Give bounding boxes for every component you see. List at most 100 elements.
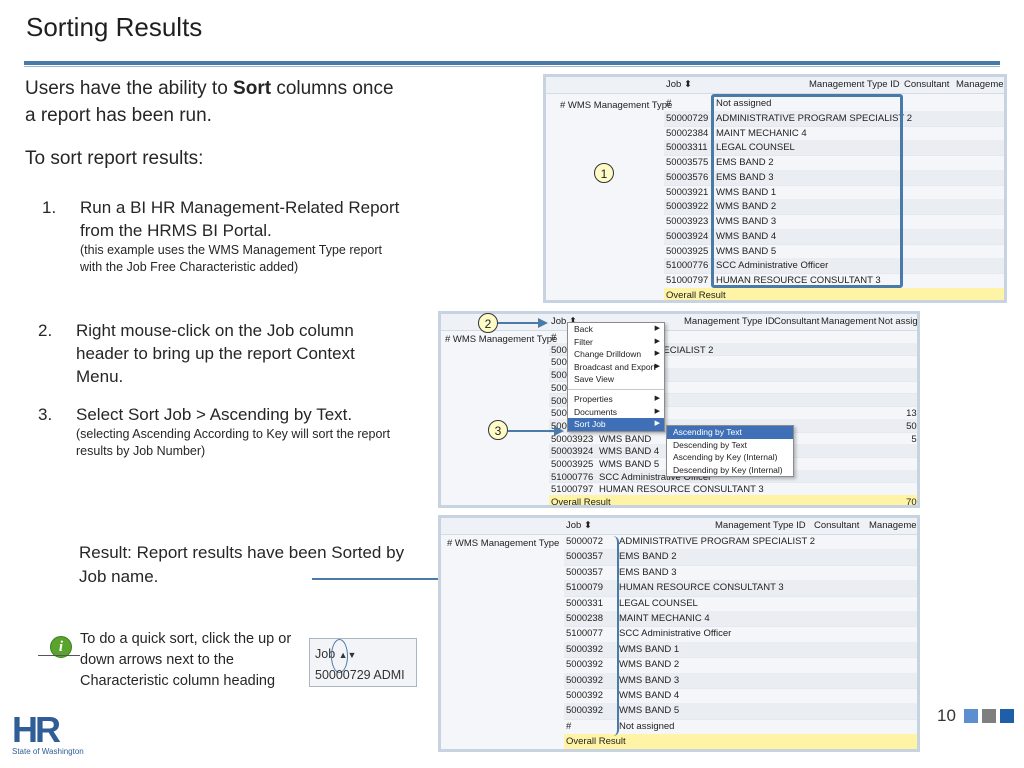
total-row: Overall Result7053,5 — [564, 734, 917, 749]
row-label: # WMS Management Type — [447, 538, 560, 549]
column-header-management[interactable]: Managemer — [956, 79, 1004, 90]
step-3: 3. Select Sort Job > Ascending by Text. … — [38, 403, 398, 473]
cell-c: 509 — [906, 420, 917, 432]
step-3-note: (selecting Ascending According to Key wi… — [76, 427, 391, 458]
cell-c: 53 — [911, 433, 917, 445]
column-header-mgmt-type-id[interactable]: Management Type ID — [715, 520, 806, 531]
menu-item-broadcast-and-export[interactable]: Broadcast and Export ▶ — [568, 361, 664, 374]
submenu-item-ascending-by-key-internal[interactable]: Ascending by Key (Internal) — [667, 451, 793, 464]
column-header-consultant[interactable]: Consultant — [814, 520, 859, 531]
submenu-item-ascending-by-text[interactable]: Ascending by Text — [667, 426, 793, 439]
submenu-item-descending-by-text[interactable]: Descending by Text — [667, 439, 793, 452]
row-label: # WMS Management Type — [445, 334, 558, 345]
cell-code: 500 — [551, 357, 567, 369]
callout-3-arrow — [508, 430, 554, 432]
report-screenshot-context-menu: Job ⬍ Management Type ID Consultant Managem… — [438, 311, 920, 508]
submenu-item-descending-by-key-internal[interactable]: Descending by Key (Internal) — [667, 464, 793, 477]
menu-item-label: Broadcast and Export — [574, 361, 656, 372]
cell-code: 50000729 — [666, 112, 709, 124]
cell-code: # — [551, 332, 557, 343]
menu-item-filter[interactable]: Filter ▶ — [568, 336, 664, 349]
cell-code: 50003575 — [666, 157, 709, 168]
subhead: To sort report results: — [25, 148, 204, 169]
chevron-right-icon: ▶ — [654, 350, 660, 358]
menu-item-label: Properties — [574, 393, 613, 404]
column-header-management[interactable]: Management — [821, 316, 876, 327]
step-1-text: Run a BI HR Management-Related Report fr… — [80, 198, 400, 240]
cell-name: SCC Administrative Officer — [619, 628, 732, 640]
callout-2-arrow — [498, 322, 538, 324]
cell-code: 50003922 — [666, 201, 709, 213]
menu-item-change-drilldown[interactable]: Change Drilldown ▶ — [568, 348, 664, 361]
column-header-mgmt-type-id[interactable]: Management Type ID — [684, 316, 775, 327]
cell-code: 50003924 — [666, 230, 709, 242]
cell-code: 50003925 — [666, 245, 709, 257]
result-text: Result: Report results have been Sorted … — [79, 543, 405, 586]
cell-code: 51000797 — [551, 484, 594, 496]
cell-code: 50003311 — [666, 142, 708, 154]
cell-code: 51000776 — [666, 260, 709, 272]
menu-item-sort-job[interactable]: Sort Job ▶ — [568, 418, 664, 431]
menu-separator — [568, 388, 664, 390]
step-1-number: 1. — [42, 198, 57, 217]
cell-code: 5000392 — [566, 674, 603, 686]
total-label: Overall Result — [666, 289, 726, 301]
column-header-job[interactable]: Job ⬍ — [566, 520, 592, 531]
column-header-not-assigned[interactable]: Not assigr — [878, 316, 917, 327]
chevron-right-icon: ▶ — [654, 407, 660, 415]
cell-code: 51000797 — [666, 275, 709, 286]
cell-code: 500 — [551, 344, 567, 356]
cell-code: 50003576 — [666, 171, 709, 183]
report-screenshot-sorted: Job ⬍ Management Type ID Consultant Managem… — [438, 515, 920, 752]
cell-code: 500 — [551, 395, 567, 407]
column-header-management[interactable]: Manageme — [869, 520, 917, 531]
sort-submenu: Ascending by Text Descending by Text Ascen… — [666, 425, 794, 478]
title-rule-thin — [24, 66, 1000, 67]
job-column-highlight — [711, 94, 903, 288]
nav-square-3 — [1000, 709, 1014, 723]
cell-name: MAINT MECHANIC 4 — [619, 613, 710, 624]
cell-code: 500 — [551, 408, 567, 420]
column-header-consultant[interactable]: Consultant — [904, 79, 949, 90]
step-3-text: Select Sort Job > Ascending by Text. — [76, 405, 353, 424]
cell-c: 7 — [917, 459, 918, 470]
cell-code: 500 — [551, 370, 567, 382]
cell-code: 5000357 — [566, 551, 603, 563]
cell-name: HUMAN RESOURCE CONSULTANT 3 — [619, 582, 784, 594]
step-3-number: 3. — [38, 405, 53, 424]
menu-item-properties[interactable]: Properties ▶ — [568, 393, 664, 406]
cell-code: 51000776 — [551, 471, 594, 483]
column-header-consultant[interactable]: Consultant — [774, 316, 819, 327]
logo-hr: HR — [12, 709, 61, 750]
column-header-mgmt-type-id[interactable]: Management Type ID — [809, 79, 900, 90]
slide-title: Sorting Results — [26, 12, 203, 42]
report-header: Job ⬍ Management Type ID Consultant Managem… — [546, 77, 1004, 94]
total-c: 705 — [906, 497, 917, 508]
callout-3: 3 — [488, 420, 508, 440]
table-row: 51000797 HUMAN RESOURCE CONSULTANT 3 — [549, 482, 917, 497]
total-label: Overall Result — [551, 497, 611, 508]
column-header-job[interactable]: Job ⬍ — [666, 79, 692, 90]
cell-code: 5000392 — [566, 690, 603, 701]
job-header-example: Job ▲▼ 50000729 ADMI — [309, 638, 417, 687]
step-2-text: Right mouse-click on the Job column head… — [76, 321, 355, 386]
cell-code: 50003924 — [551, 446, 594, 458]
cell-code: # — [666, 98, 672, 109]
row-label: # WMS Management Type — [560, 100, 673, 111]
menu-item-save-view[interactable]: Save View — [568, 373, 664, 386]
cell-c: 1 — [917, 357, 918, 368]
cell-code: 5000392 — [566, 705, 603, 717]
step-2-number: 2. — [38, 321, 53, 340]
context-menu: Back ▶ Filter ▶ Change Drilldown ▶ Broadcast a… — [567, 322, 665, 432]
cell-name: EMS BAND 3 — [619, 566, 677, 578]
menu-item-documents[interactable]: Documents ▶ — [568, 406, 664, 419]
total-row: Overall Result7053,550 — [549, 495, 917, 508]
chevron-right-icon: ▶ — [654, 420, 660, 428]
total-label: Overall Result — [566, 736, 626, 748]
nav-square-2 — [982, 709, 996, 723]
cell-code: 5100077 — [566, 628, 603, 640]
cell-code: 5000357 — [566, 566, 603, 578]
cell-name: ADMINISTRATIVE PROGRAM SPECIALIST 2 — [619, 536, 816, 547]
title-rule — [24, 61, 1000, 65]
menu-item-back[interactable]: Back ▶ — [568, 323, 664, 336]
